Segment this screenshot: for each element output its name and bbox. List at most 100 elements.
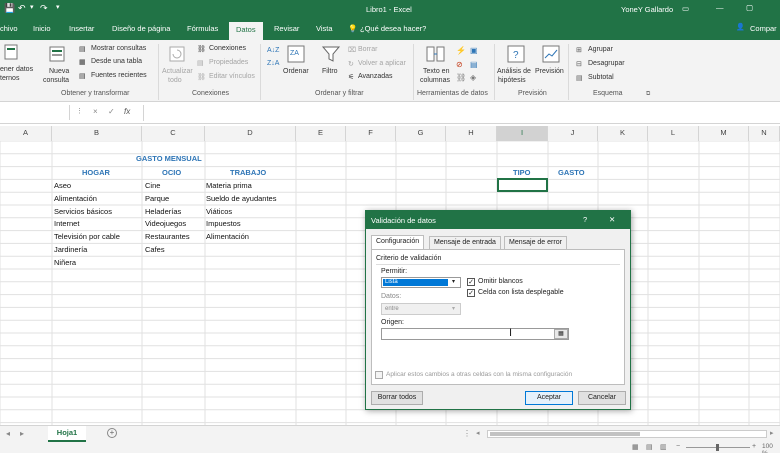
tab-inicio[interactable]: Inicio: [33, 24, 51, 33]
help-button[interactable]: ?: [583, 215, 587, 224]
user-name[interactable]: YoneY Gallardo: [621, 5, 673, 14]
relationships-icon[interactable]: ⛓: [456, 73, 466, 82]
column-header-n[interactable]: N: [749, 126, 780, 141]
flash-fill-icon[interactable]: ⚡: [456, 46, 466, 55]
qat-customize-icon[interactable]: ▾: [56, 3, 60, 11]
data-validation-icon[interactable]: ⊘: [456, 60, 463, 69]
ocio-cell[interactable]: Cafes: [145, 245, 165, 254]
ocio-cell[interactable]: Videojuegos: [145, 219, 186, 228]
dialog-launcher-icon[interactable]: ⧉: [646, 91, 650, 98]
share-icon[interactable]: 👤: [736, 23, 745, 31]
ok-button[interactable]: Aceptar: [525, 391, 573, 405]
add-sheet-button[interactable]: +: [107, 428, 117, 438]
get-data-label-1[interactable]: ener datos: [0, 66, 33, 73]
column-header-e[interactable]: E: [296, 126, 346, 141]
refresh-label-1[interactable]: Actualizar: [162, 68, 193, 75]
text-to-columns-label-2[interactable]: columnas: [420, 77, 450, 84]
close-icon[interactable]: ✕: [609, 215, 615, 224]
ignore-blank-label[interactable]: Omitir blancos: [478, 278, 523, 285]
hscroll-right-icon[interactable]: ▸: [770, 429, 774, 437]
normal-view-icon[interactable]: ▦: [632, 443, 639, 451]
tab-formulas[interactable]: Fórmulas: [187, 24, 218, 33]
trabajo-cell[interactable]: Materia prima: [206, 181, 252, 190]
undo-icon[interactable]: ↶: [18, 3, 26, 14]
filter-button[interactable]: Filtro: [322, 68, 338, 75]
data-select[interactable]: entre ▾: [381, 303, 461, 315]
trabajo-cell[interactable]: Impuestos: [206, 219, 241, 228]
column-header-i[interactable]: I: [497, 126, 548, 141]
source-input[interactable]: [381, 328, 569, 340]
maximize-icon[interactable]: ▢: [746, 3, 753, 12]
connections-button[interactable]: Conexiones: [209, 45, 246, 52]
group-button[interactable]: Agrupar: [588, 46, 613, 53]
get-data-label-2[interactable]: ternos: [0, 75, 19, 82]
tab-archivo[interactable]: chivo: [0, 24, 18, 33]
trabajo-cell[interactable]: Sueldo de ayudantes: [206, 194, 276, 203]
page-layout-icon[interactable]: ▤: [646, 443, 653, 451]
new-query-label-2[interactable]: consulta: [43, 77, 69, 84]
sheet-title[interactable]: GASTO MENSUAL: [136, 154, 202, 163]
zoom-slider-thumb[interactable]: [716, 444, 719, 451]
formula-input[interactable]: [143, 105, 780, 121]
in-cell-dropdown-label[interactable]: Celda con lista desplegable: [478, 289, 564, 296]
allow-select[interactable]: Lista ▾: [381, 277, 461, 288]
active-cell-selection[interactable]: [497, 178, 548, 192]
reapply-button[interactable]: Volver a aplicar: [358, 60, 406, 67]
forecast-label-1[interactable]: Previsión: [535, 68, 564, 75]
header-tipo[interactable]: TIPO: [513, 168, 531, 177]
hogar-cell[interactable]: Servicios básicos: [54, 207, 112, 216]
name-box-dropdown-icon[interactable]: ⋮: [76, 107, 83, 115]
ocio-cell[interactable]: Parque: [145, 194, 169, 203]
in-cell-dropdown-checkbox[interactable]: ✓: [467, 289, 475, 297]
share-button[interactable]: Compar: [750, 24, 777, 33]
hogar-cell[interactable]: Aseo: [54, 181, 71, 190]
hogar-cell[interactable]: Internet: [54, 219, 79, 228]
column-header-f[interactable]: F: [346, 126, 396, 141]
column-header-l[interactable]: L: [648, 126, 699, 141]
redo-icon[interactable]: ↷: [40, 3, 48, 14]
minimize-icon[interactable]: —: [716, 3, 724, 12]
ungroup-button[interactable]: Desagrupar: [588, 60, 625, 67]
scrollbar-thumb[interactable]: [490, 432, 640, 436]
tab-split-icon[interactable]: ⋮: [463, 429, 471, 438]
tab-configuracion[interactable]: Configuración: [371, 235, 425, 250]
trabajo-cell[interactable]: Alimentación: [206, 232, 249, 241]
scroll-right-icon[interactable]: ▸: [20, 429, 24, 438]
hogar-cell[interactable]: Niñera: [54, 258, 76, 267]
hogar-cell[interactable]: Televisión por cable: [54, 232, 120, 241]
ocio-cell[interactable]: Heladerías: [145, 207, 181, 216]
properties-button[interactable]: Propiedades: [209, 59, 248, 66]
consolidate-icon[interactable]: ▤: [470, 60, 478, 69]
clear-all-button[interactable]: Borrar todos: [371, 391, 423, 405]
tab-revisar[interactable]: Revisar: [274, 24, 299, 33]
ocio-cell[interactable]: Cine: [145, 181, 160, 190]
from-table-button[interactable]: Desde una tabla: [91, 58, 142, 65]
new-query-label-1[interactable]: Nueva: [49, 68, 69, 75]
column-header-a[interactable]: A: [0, 126, 52, 141]
remove-duplicates-icon[interactable]: ▣: [470, 46, 478, 55]
text-to-columns-label-1[interactable]: Texto en: [423, 68, 449, 75]
tab-insertar[interactable]: Insertar: [69, 24, 94, 33]
ocio-cell[interactable]: Restaurantes: [145, 232, 190, 241]
zoom-level[interactable]: 100 %: [762, 443, 780, 453]
save-icon[interactable]: 💾: [4, 3, 15, 14]
header-hogar[interactable]: HOGAR: [82, 168, 110, 177]
what-if-label-1[interactable]: Análisis de: [497, 68, 531, 75]
refresh-label-2[interactable]: todo: [168, 77, 182, 84]
tab-mensaje-error[interactable]: Mensaje de error: [504, 236, 567, 249]
apply-all-checkbox[interactable]: [375, 371, 383, 379]
name-box[interactable]: [0, 105, 70, 120]
show-queries-button[interactable]: Mostrar consultas: [91, 45, 146, 52]
data-model-icon[interactable]: ◈: [470, 73, 476, 82]
cancel-button[interactable]: Cancelar: [578, 391, 626, 405]
header-gasto[interactable]: GASTO: [558, 168, 585, 177]
column-header-h[interactable]: H: [446, 126, 497, 141]
trabajo-cell[interactable]: Viáticos: [206, 207, 232, 216]
hscroll-left-icon[interactable]: ◂: [476, 429, 480, 437]
cancel-formula-icon[interactable]: ×: [93, 107, 98, 116]
header-trabajo[interactable]: TRABAJO: [230, 168, 266, 177]
tab-vista[interactable]: Vista: [316, 24, 333, 33]
sheet-tab-hoja1[interactable]: Hoja1: [48, 426, 86, 442]
hogar-cell[interactable]: Jardinería: [54, 245, 87, 254]
apply-all-label[interactable]: Aplicar estos cambios a otras celdas con…: [386, 371, 572, 378]
